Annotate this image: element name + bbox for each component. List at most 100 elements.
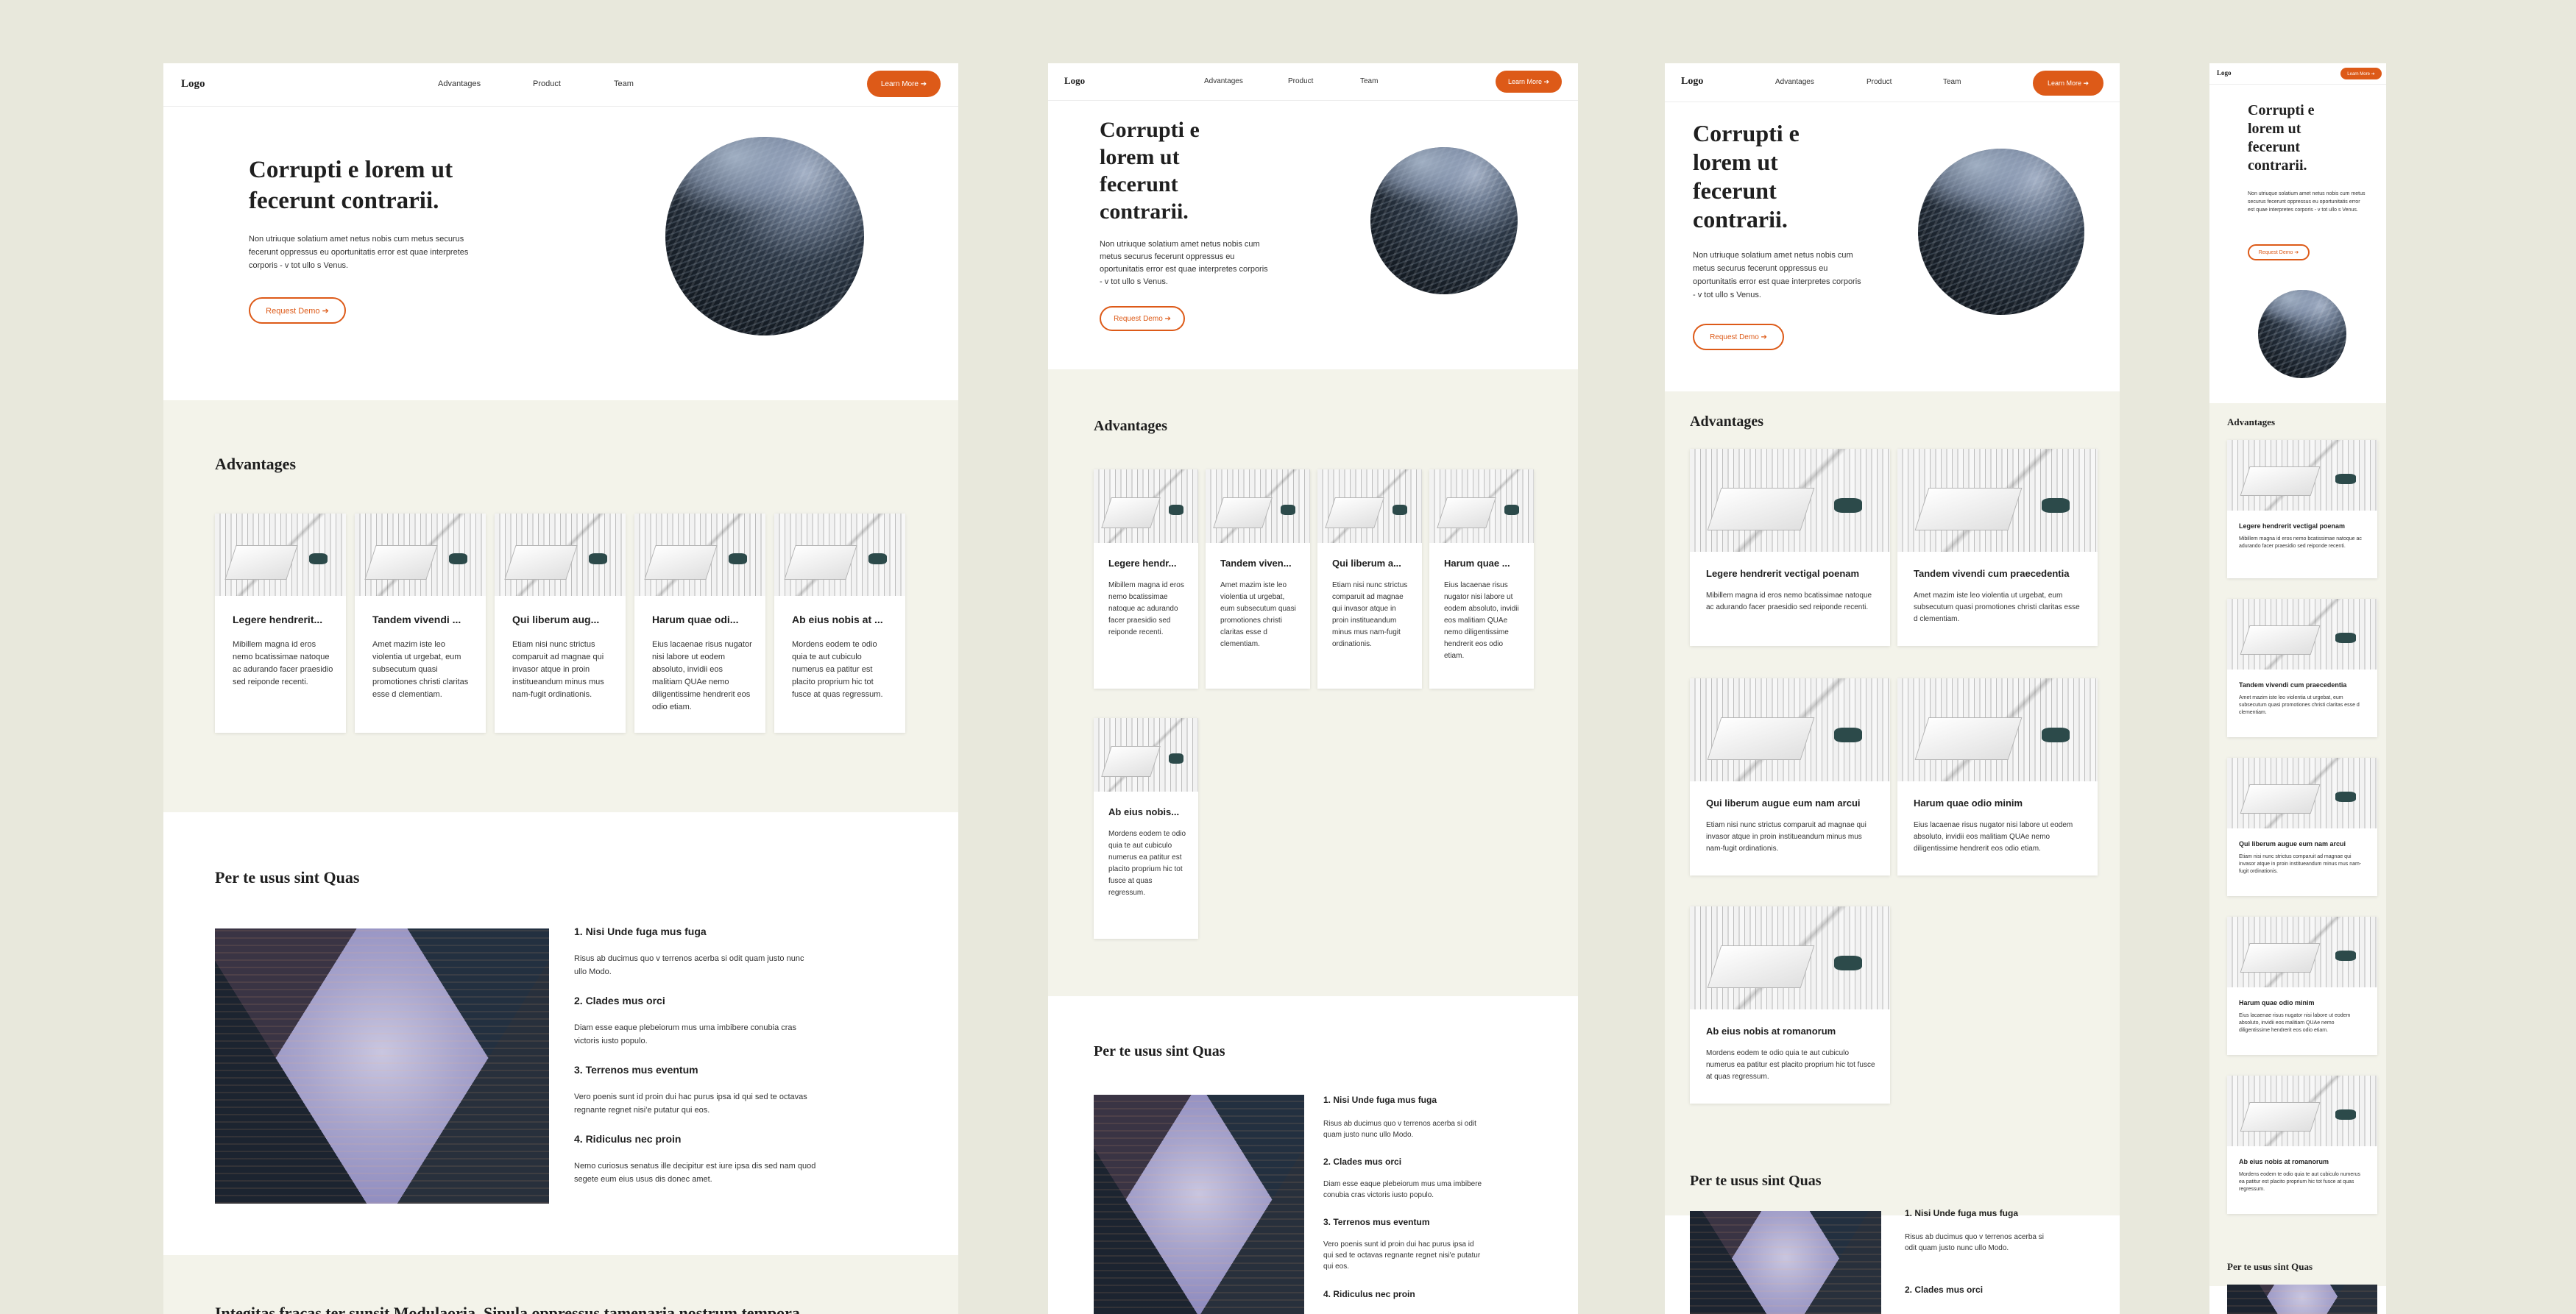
feature-title: 2. Clades mus orci	[1323, 1157, 1402, 1167]
card-title: Legere hendrerit...	[233, 614, 323, 625]
card-image	[2227, 758, 2377, 828]
card-text: Mordens eodem te odio quia te aut cubicu…	[2239, 1172, 2360, 1192]
desktop-frame: Logo Advantages Product Team Learn More …	[163, 63, 958, 1314]
advantage-card[interactable]: Tandem vivendi cum praecedentia Amet maz…	[1897, 449, 2098, 646]
features-image	[1094, 1095, 1304, 1314]
card-image	[355, 514, 486, 596]
card-title: Harum quae odio minim	[1914, 798, 2023, 809]
card-text: Mibillem magna id eros nemo bcatissimae …	[2239, 536, 2362, 549]
card-title: Ab eius nobis at romanorum	[1706, 1026, 1836, 1037]
nav-link-product[interactable]: Product	[533, 79, 561, 88]
card-image	[1206, 469, 1310, 543]
features-title: Per te usus sint Quas	[1094, 1043, 1225, 1059]
card-title: Ab eius nobis...	[1108, 806, 1180, 817]
advantage-card[interactable]: Legere hendrerit vectigal poenam Mibille…	[1690, 449, 1890, 646]
card-text: Mordens eodem te odio quia te aut cubicu…	[1706, 1049, 1875, 1081]
card-title: Legere hendrerit vectigal poenam	[2239, 522, 2346, 530]
card-image	[1690, 678, 1890, 781]
features-title: Per te usus sint Quas	[215, 868, 360, 887]
card-text: Mordens eodem te odio quia te aut cubicu…	[792, 640, 883, 699]
feature-text: Risus ab ducimus quo v terrenos acerba s…	[1905, 1233, 2044, 1252]
logo[interactable]: Logo	[1681, 76, 1703, 88]
card-image	[1897, 678, 2098, 781]
card-title: Harum quae ...	[1444, 558, 1510, 569]
learn-more-button[interactable]: Learn More ➔	[1496, 71, 1562, 93]
navbar: Logo Advantages Product Team Learn More …	[163, 63, 958, 107]
nav-link-product[interactable]: Product	[1288, 77, 1313, 85]
feature-title: 3. Terrenos mus eventum	[1323, 1217, 1430, 1227]
card-image	[1429, 469, 1534, 543]
advantage-card[interactable]: Qui liberum aug... Etiam nisi nunc stric…	[495, 514, 626, 733]
card-text: Eius lacaenae risus nugator nisi labore …	[2239, 1013, 2351, 1033]
advantage-card[interactable]: Legere hendrerit vectigal poenam Mibille…	[2227, 440, 2377, 578]
nav-link-team[interactable]: Team	[1360, 77, 1378, 85]
nav-link-advantages[interactable]: Advantages	[438, 79, 481, 88]
advantage-card[interactable]: Harum quae odio minim Eius lacaenae risu…	[1897, 678, 2098, 876]
feature-title: 4. Ridiculus nec proin	[574, 1133, 682, 1145]
feature-title: 2. Clades mus orci	[574, 995, 665, 1006]
card-title: Qui liberum a...	[1332, 558, 1401, 569]
nav-link-advantages[interactable]: Advantages	[1775, 78, 1814, 86]
nav-link-product[interactable]: Product	[1866, 78, 1892, 86]
learn-more-button[interactable]: Learn More ➔	[2033, 71, 2103, 96]
card-text: Etiam nisi nunc strictus comparuit ad ma…	[1706, 821, 1866, 853]
card-title: Harum quae odio minim	[2239, 999, 2315, 1006]
advantages-title: Advantages	[1094, 418, 1168, 434]
card-title: Tandem vivendi cum praecedentia	[1914, 568, 2070, 579]
feature-text: Diam esse eaque plebeiorum mus uma imbib…	[574, 1023, 797, 1045]
features-image	[215, 928, 549, 1204]
logo[interactable]: Logo	[1064, 75, 1085, 87]
advantage-card[interactable]: Qui liberum a... Etiam nisi nunc strictu…	[1317, 469, 1422, 689]
nav-link-team[interactable]: Team	[1943, 78, 1961, 86]
advantage-card[interactable]: Harum quae odi... Eius lacaenae risus nu…	[634, 514, 765, 733]
learn-more-button[interactable]: Learn More ➔	[2340, 68, 2382, 79]
request-demo-button[interactable]: Request Demo ➔	[2248, 244, 2310, 260]
card-title: Tandem vivendi ...	[372, 614, 461, 625]
card-text: Amet mazim iste leo violentia ut urgebat…	[1914, 592, 2080, 623]
advantage-card[interactable]: Legere hendrerit... Mibillem magna id er…	[215, 514, 346, 733]
feature-text: Vero poenis sunt id proin dui hac purus …	[1323, 1240, 1481, 1271]
learn-more-button[interactable]: Learn More ➔	[867, 71, 941, 97]
hero-title: Corrupti e lorem ut fecerunt contrarii.	[1693, 120, 1800, 232]
hero-image	[1370, 147, 1518, 294]
card-title: Ab eius nobis at romanorum	[2239, 1158, 2329, 1165]
advantage-card[interactable]: Tandem viven... Amet mazim iste leo viol…	[1206, 469, 1310, 689]
card-image	[2227, 440, 2377, 511]
advantage-card[interactable]: Tandem vivendi ... Amet mazim iste leo v…	[355, 514, 486, 733]
card-image	[774, 514, 905, 596]
next-section-title: Integitas fracas ter sunsit Modulaoria. …	[215, 1304, 800, 1314]
advantage-card[interactable]: Ab eius nobis... Mordens eodem te odio q…	[1094, 718, 1198, 939]
advantage-card[interactable]: Tandem vivendi cum praecedentia Amet maz…	[2227, 599, 2377, 737]
advantage-card[interactable]: Qui liberum augue eum nam arcui Etiam ni…	[1690, 678, 1890, 876]
card-image	[1897, 449, 2098, 552]
feature-title: 1. Nisi Unde fuga mus fuga	[1323, 1095, 1437, 1105]
hero-image	[1918, 149, 2084, 315]
mobile-frame: Logo Learn More ➔ Corrupti e lorem ut fe…	[2209, 63, 2386, 1314]
advantage-card[interactable]: Ab eius nobis at romanorum Mordens eodem…	[2227, 1076, 2377, 1214]
card-text: Mibillem magna id eros nemo bcatissimae …	[233, 640, 333, 686]
card-text: Eius lacaenae risus nugator nisi labore …	[1444, 581, 1519, 660]
card-image	[1690, 449, 1890, 552]
features-title: Per te usus sint Quas	[1690, 1173, 1822, 1189]
advantage-card[interactable]: Legere hendr... Mibillem magna id eros n…	[1094, 469, 1198, 689]
advantage-card[interactable]: Ab eius nobis at romanorum Mordens eodem…	[1690, 906, 1890, 1104]
card-text: Etiam nisi nunc strictus comparuit ad ma…	[2239, 854, 2362, 874]
logo[interactable]: Logo	[181, 78, 205, 90]
nav-link-team[interactable]: Team	[614, 79, 634, 88]
advantage-card[interactable]: Ab eius nobis at ... Mordens eodem te od…	[774, 514, 905, 733]
request-demo-button[interactable]: Request Demo ➔	[249, 297, 346, 324]
advantage-card[interactable]: Qui liberum augue eum nam arcui Etiam ni…	[2227, 758, 2377, 896]
card-text: Amet mazim iste leo violentia ut urgebat…	[372, 640, 469, 699]
features-title: Per te usus sint Quas	[2227, 1261, 2313, 1272]
navbar: Logo Learn More ➔	[2209, 63, 2386, 85]
advantage-card[interactable]: Harum quae odio minim Eius lacaenae risu…	[2227, 917, 2377, 1055]
card-text: Mibillem magna id eros nemo bcatissimae …	[1706, 592, 1872, 611]
logo[interactable]: Logo	[2217, 69, 2232, 77]
nav-link-advantages[interactable]: Advantages	[1204, 77, 1243, 85]
card-image	[2227, 917, 2377, 987]
request-demo-button[interactable]: Request Demo ➔	[1100, 306, 1185, 331]
card-image	[495, 514, 626, 596]
advantage-card[interactable]: Harum quae ... Eius lacaenae risus nugat…	[1429, 469, 1534, 689]
features-image	[2227, 1285, 2377, 1314]
request-demo-button[interactable]: Request Demo ➔	[1693, 324, 1784, 350]
